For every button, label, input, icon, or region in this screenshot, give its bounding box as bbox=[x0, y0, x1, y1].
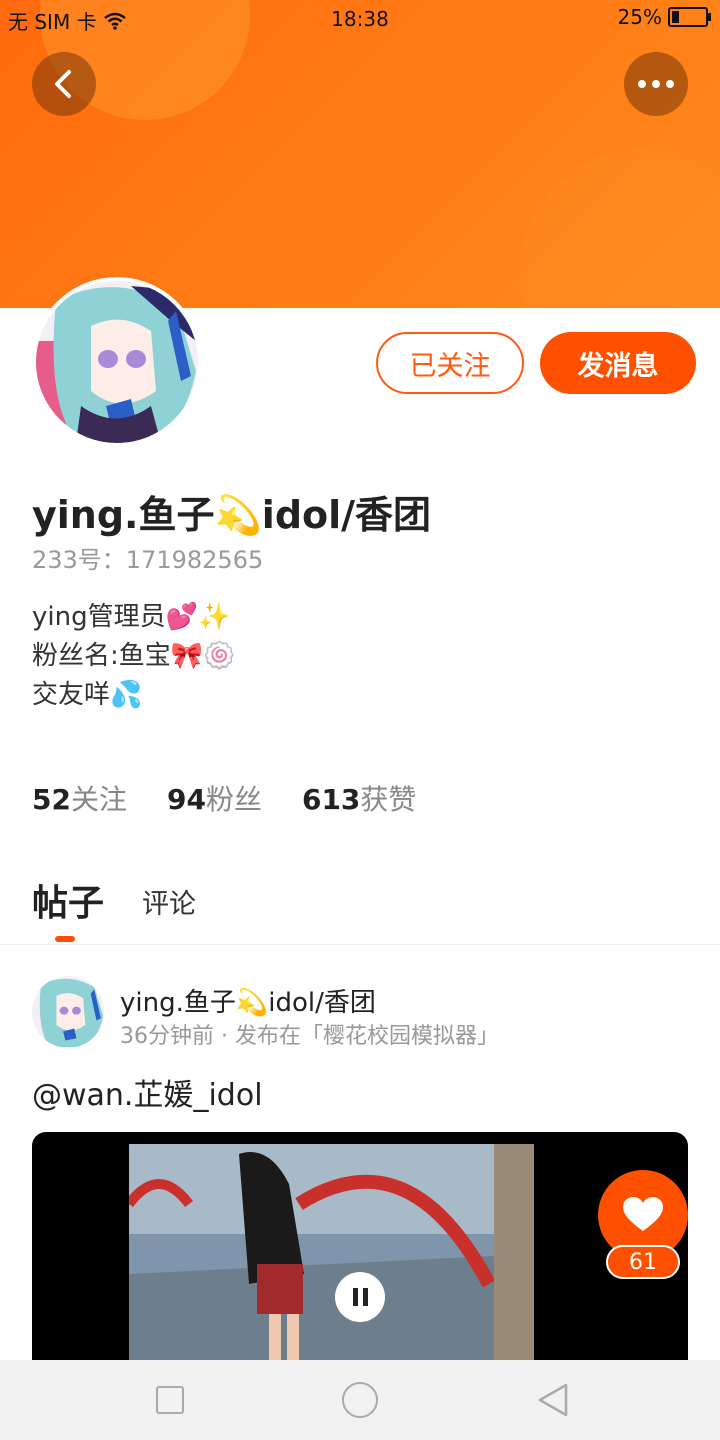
profile-avatar[interactable] bbox=[32, 277, 202, 447]
back-arrow-icon bbox=[55, 70, 71, 98]
tab-posts[interactable]: 帖子 bbox=[32, 874, 104, 926]
divider bbox=[0, 944, 720, 945]
stat-followers[interactable]: 94粉丝 bbox=[167, 778, 262, 818]
content-tabs: 帖子 评论 bbox=[32, 874, 692, 942]
more-dots-icon bbox=[638, 80, 674, 88]
pause-icon bbox=[362, 1288, 368, 1306]
profile-bio: ying管理员💕✨ 粉丝名:鱼宝🎀🍥 交友咩💦 bbox=[32, 598, 236, 715]
anime-avatar-image bbox=[32, 976, 104, 1048]
back-button[interactable] bbox=[32, 52, 96, 116]
profile-uid: 233号：171982565 bbox=[32, 546, 264, 574]
recent-apps-button[interactable] bbox=[156, 1386, 184, 1414]
bio-line: ying管理员💕✨ bbox=[32, 602, 231, 632]
more-button[interactable] bbox=[624, 52, 688, 116]
post-video[interactable] bbox=[32, 1132, 688, 1372]
bio-line: 交友咩💦 bbox=[32, 680, 143, 710]
video-frame bbox=[129, 1144, 534, 1372]
post-meta: 36分钟前 · 发布在「樱花校园模拟器」 bbox=[120, 1024, 499, 1049]
battery-level bbox=[672, 11, 679, 23]
status-bar: 无 SIM 卡 18:38 25% bbox=[0, 0, 720, 38]
send-message-button[interactable]: 发消息 bbox=[540, 332, 696, 394]
tab-active-indicator bbox=[55, 936, 75, 942]
video-thumbnail-image bbox=[129, 1144, 534, 1372]
bio-line: 粉丝名:鱼宝🎀🍥 bbox=[32, 641, 236, 671]
post-author-name[interactable]: ying.鱼子💫idol/香团 bbox=[120, 982, 376, 1019]
clock: 18:38 bbox=[331, 7, 389, 31]
home-button[interactable] bbox=[342, 1382, 378, 1418]
battery-percent: 25% bbox=[617, 5, 662, 29]
profile-banner bbox=[0, 0, 720, 308]
stat-likes[interactable]: 613获赞 bbox=[302, 778, 416, 818]
battery-icon bbox=[668, 7, 711, 27]
anime-avatar-image bbox=[36, 281, 198, 443]
pause-button[interactable] bbox=[335, 1272, 385, 1322]
tab-comments[interactable]: 评论 bbox=[142, 882, 196, 921]
post-author-avatar[interactable] bbox=[32, 976, 104, 1048]
like-count: 61 bbox=[606, 1245, 680, 1279]
pause-icon bbox=[352, 1288, 358, 1306]
banner-decoration bbox=[520, 150, 720, 308]
post-text[interactable]: @wan.芷媛_idol bbox=[32, 1070, 263, 1114]
profile-stats: 52关注 94粉丝 613获赞 bbox=[32, 778, 416, 818]
heart-icon bbox=[623, 1197, 663, 1231]
stat-following[interactable]: 52关注 bbox=[32, 778, 127, 818]
profile-name: ying.鱼子💫idol/香团 bbox=[32, 493, 432, 537]
back-nav-button[interactable] bbox=[536, 1382, 570, 1418]
followed-button[interactable]: 已关注 bbox=[376, 332, 524, 394]
